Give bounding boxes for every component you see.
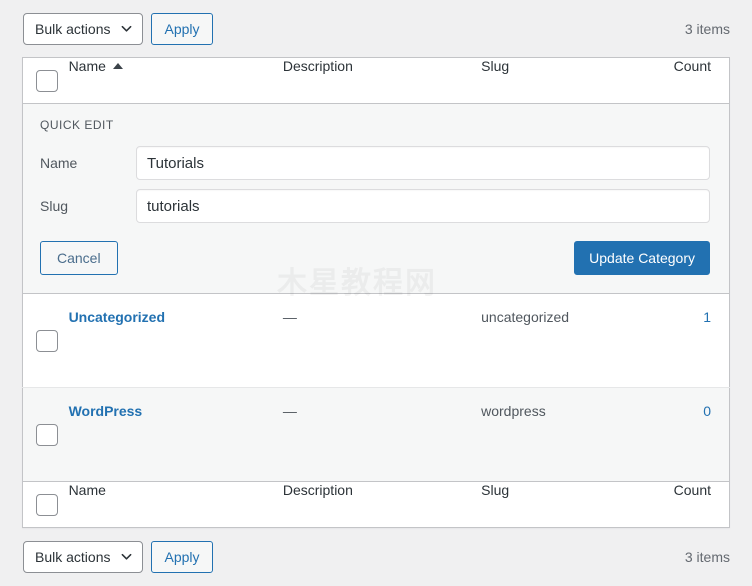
category-name-link[interactable]: WordPress bbox=[69, 403, 143, 419]
category-count-link[interactable]: 0 bbox=[703, 403, 711, 419]
category-count-link[interactable]: 1 bbox=[703, 309, 711, 325]
update-category-button[interactable]: Update Category bbox=[574, 241, 710, 275]
apply-button-top[interactable]: Apply bbox=[151, 12, 213, 45]
quick-edit-slug-input[interactable] bbox=[136, 189, 710, 223]
row-checkbox[interactable] bbox=[36, 423, 58, 446]
select-all-checkbox-bottom[interactable] bbox=[36, 493, 58, 516]
row-count-cell: 1 bbox=[648, 293, 730, 388]
quick-edit-cell: QUICK EDIT Name Slug Cancel Update Categ… bbox=[22, 103, 730, 294]
column-header-count-top[interactable]: Count bbox=[648, 57, 730, 104]
quick-edit-name-input[interactable] bbox=[136, 146, 710, 180]
table-header-row: Name Description Slug Count bbox=[22, 57, 730, 104]
bulk-actions-select-top-label: Bulk actions bbox=[35, 20, 111, 37]
table-footer-row: Name Description Slug Count bbox=[22, 481, 730, 528]
categories-table: Name Description Slug Count QUICK EDIT N… bbox=[22, 57, 730, 528]
chevron-down-icon bbox=[121, 23, 132, 34]
quick-edit-name-label: Name bbox=[40, 155, 78, 171]
row-select-cell bbox=[22, 387, 69, 482]
triangle-up-icon bbox=[112, 63, 123, 69]
column-header-name-bottom[interactable]: Name bbox=[68, 481, 274, 528]
column-header-description-link-bottom[interactable]: Description bbox=[283, 482, 353, 498]
select-all-header-bottom bbox=[22, 481, 69, 528]
bulk-actions-select-bottom[interactable]: Bulk actions bbox=[23, 541, 144, 573]
select-all-header-top bbox=[22, 57, 69, 104]
quick-edit-actions: Cancel Update Category bbox=[40, 241, 710, 275]
sort-by-name-link-bottom[interactable]: Name bbox=[69, 482, 106, 498]
tablenav-bottom: Bulk actions Apply 3 items bbox=[0, 528, 752, 586]
cancel-button[interactable]: Cancel bbox=[40, 241, 118, 275]
column-header-slug-link-bottom[interactable]: Slug bbox=[481, 482, 509, 498]
column-header-description-link-top[interactable]: Description bbox=[283, 58, 353, 74]
items-count-bottom: 3 items bbox=[684, 549, 730, 565]
row-select-cell bbox=[22, 293, 69, 388]
quick-edit-slug-row: Slug bbox=[40, 189, 710, 223]
row-slug-cell: uncategorized bbox=[473, 293, 649, 388]
category-name-link[interactable]: Uncategorized bbox=[69, 309, 165, 325]
table-row: Uncategorized — uncategorized 1 bbox=[22, 293, 730, 388]
column-header-description-bottom[interactable]: Description bbox=[273, 481, 474, 528]
column-header-slug-bottom[interactable]: Slug bbox=[473, 481, 649, 528]
column-header-description-top[interactable]: Description bbox=[273, 57, 474, 104]
select-all-checkbox-top[interactable] bbox=[36, 69, 58, 92]
quick-edit-slug-label: Slug bbox=[40, 198, 69, 214]
table-foot: Name Description Slug Count bbox=[22, 481, 730, 528]
items-count-top: 3 items bbox=[684, 20, 730, 37]
table-body: QUICK EDIT Name Slug Cancel Update Categ… bbox=[22, 103, 730, 482]
quick-edit-name-row: Name bbox=[40, 146, 710, 180]
chevron-down-icon bbox=[121, 551, 132, 562]
column-header-slug-link-top[interactable]: Slug bbox=[481, 58, 509, 74]
quick-edit-row: QUICK EDIT Name Slug Cancel Update Categ… bbox=[22, 103, 730, 294]
row-name-cell: Uncategorized bbox=[68, 293, 274, 388]
quick-edit-legend: QUICK EDIT bbox=[40, 118, 114, 132]
row-count-cell: 0 bbox=[648, 387, 730, 482]
column-header-slug-top[interactable]: Slug bbox=[473, 57, 649, 104]
column-header-count-link-bottom[interactable]: Count bbox=[674, 482, 711, 498]
row-checkbox[interactable] bbox=[36, 329, 58, 352]
table-row: WordPress — wordpress 0 bbox=[22, 387, 730, 482]
column-header-count-bottom[interactable]: Count bbox=[648, 481, 730, 528]
bulk-actions-select-bottom-label: Bulk actions bbox=[35, 549, 111, 565]
table-head: Name Description Slug Count bbox=[22, 57, 730, 104]
row-description-cell: — bbox=[273, 293, 474, 388]
row-name-cell: WordPress bbox=[68, 387, 274, 482]
sort-by-name-link-top[interactable]: Name bbox=[69, 58, 123, 74]
row-slug-cell: wordpress bbox=[473, 387, 649, 482]
column-header-count-link-top[interactable]: Count bbox=[674, 58, 711, 74]
quick-edit-form: QUICK EDIT Name Slug Cancel Update Categ… bbox=[23, 104, 729, 293]
row-description-cell: — bbox=[273, 387, 474, 482]
apply-button-bottom[interactable]: Apply bbox=[151, 541, 213, 573]
bulk-actions-select-top[interactable]: Bulk actions bbox=[23, 12, 144, 45]
tablenav-top: Bulk actions Apply 3 items bbox=[0, 0, 752, 57]
column-header-name-label-top: Name bbox=[68, 58, 106, 74]
column-header-name-top[interactable]: Name bbox=[68, 57, 274, 104]
